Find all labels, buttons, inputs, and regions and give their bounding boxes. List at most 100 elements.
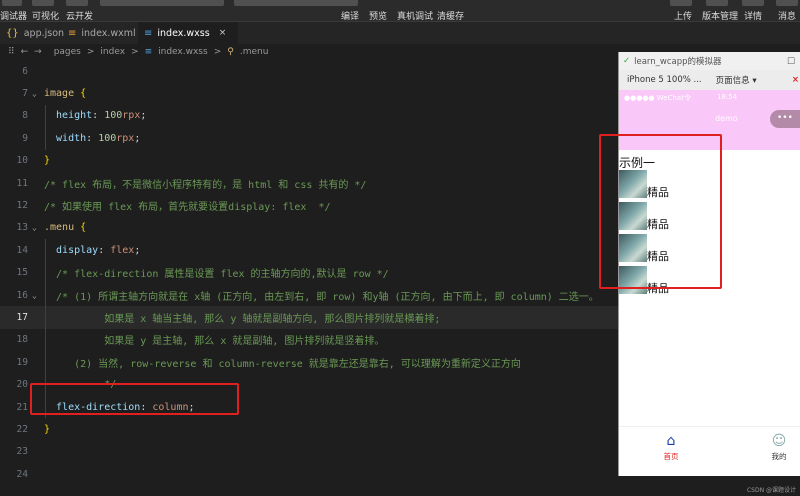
tab-index-wxss[interactable]: ≡ index.wxss ×: [138, 22, 238, 44]
code-line[interactable]: 10}: [0, 150, 618, 172]
breadcrumb-pages[interactable]: pages: [54, 47, 81, 57]
code-line[interactable]: 11 /* flex 布局，不是微信小程序特有的，是 html 和 css 共有的…: [0, 172, 618, 194]
line-number: 19: [16, 356, 28, 368]
code-line[interactable]: 17 如果是 x 轴当主轴, 那么 y 轴就是副轴方向, 那么图片排列就是横着排…: [0, 306, 618, 329]
debugger-button[interactable]: 调试器: [0, 9, 27, 22]
code-token: {: [80, 88, 87, 100]
home-icon: ⌂: [666, 433, 676, 449]
mode-select[interactable]: [100, 0, 224, 6]
breadcrumb-selector[interactable]: .menu: [240, 47, 269, 57]
menu-capsule[interactable]: •••: [770, 110, 800, 128]
code-line[interactable]: 8 height: 100rpx;: [0, 104, 618, 128]
phone-tabbar: ⌂ 首页 ☺ 我的: [619, 426, 800, 476]
messages-button[interactable]: 消息: [778, 9, 796, 22]
code-token: /* 如果使用 flex 布局，首先就要设置display: flex */: [44, 202, 331, 214]
line-number: 24: [16, 468, 28, 480]
compile-button[interactable]: 编译: [341, 9, 359, 22]
details-button-icon[interactable]: [742, 0, 764, 6]
visual-button[interactable]: 可视化: [32, 9, 59, 22]
code-line[interactable]: 19 (2) 当然, row-reverse 和 column-reverse …: [0, 351, 618, 374]
wxss-file-icon: ≡: [144, 27, 153, 39]
tab-mine[interactable]: ☺ 我的: [759, 433, 799, 462]
line-number: 9: [22, 132, 28, 144]
code-token: rpx: [116, 132, 135, 144]
cloud-dev-button[interactable]: 云开发: [66, 9, 93, 22]
code-token: .menu: [44, 222, 81, 234]
code-line[interactable]: 23: [0, 441, 618, 463]
close-icon[interactable]: ×: [792, 75, 799, 85]
code-line[interactable]: 7 ⌄ image {: [0, 82, 618, 104]
fold-chevron-icon[interactable]: ⌄: [32, 291, 37, 300]
code-token: (2) 当然, row-reverse 和 column-reverse 就是靠…: [44, 358, 521, 370]
preview-button[interactable]: 预览: [369, 9, 387, 22]
code-token: 如果是 x 轴当主轴, 那么 y 轴就是副轴方向, 那么图片排列就是横着排;: [44, 314, 441, 326]
upload-button-icon[interactable]: [670, 0, 692, 6]
maximize-icon[interactable]: □: [787, 56, 795, 66]
forward-arrow-icon[interactable]: →: [34, 47, 42, 57]
code-token: ;: [134, 132, 141, 144]
line-number: 7: [22, 88, 28, 100]
code-line[interactable]: 16 ⌄ /* (1) 所谓主轴方向就是在 x轴 (正方向, 由左到右, 即 ro…: [0, 284, 618, 307]
breadcrumb-sep: >: [213, 47, 222, 57]
code-text: height: 100rpx;: [44, 110, 146, 121]
simulator-title: learn_wcapp的模拟器: [634, 57, 722, 67]
breadcrumb-index[interactable]: index: [100, 47, 125, 57]
code-editor[interactable]: 6 7 ⌄ image {8 height: 100rpx; 9 width: 100r…: [0, 60, 618, 496]
selector-icon: ⚲: [227, 47, 234, 57]
code-text: .menu {: [44, 222, 86, 233]
code-line[interactable]: 13 ⌄ .menu {: [0, 217, 618, 239]
code-line[interactable]: 14 display: flex;: [0, 239, 618, 262]
fold-chevron-icon[interactable]: ⌄: [32, 223, 37, 232]
wxml-file-icon: ≡: [68, 27, 77, 39]
code-token: :: [86, 132, 99, 144]
tab-app-json[interactable]: {} app.json: [0, 22, 64, 44]
debugger-button-icon[interactable]: [2, 0, 22, 6]
code-token: image: [44, 88, 81, 100]
code-token: }: [44, 424, 51, 436]
details-button[interactable]: 详情: [744, 9, 762, 22]
line-number: 21: [16, 401, 28, 413]
compile-mode-select[interactable]: [234, 0, 358, 6]
breadcrumb-file[interactable]: index.wxss: [158, 47, 208, 57]
code-token: ;: [140, 110, 147, 122]
code-token: 100: [98, 132, 117, 144]
code-line[interactable]: 12 /* 如果使用 flex 布局，首先就要设置display: flex */: [0, 194, 618, 216]
tab-label: 我的: [771, 452, 787, 461]
device-select[interactable]: iPhone 5 100% ...: [627, 75, 702, 85]
code-token: /* (1) 所谓主轴方向就是在 x轴 (正方向, 由左到右, 即 row) 和…: [44, 291, 599, 303]
code-line[interactable]: 18 如果是 y 是主轴, 那么 x 就是副轴, 图片排列就是竖着排。: [0, 328, 618, 352]
nav-title: demo: [715, 114, 738, 123]
visual-button-icon[interactable]: [32, 0, 54, 6]
tab-home[interactable]: ⌂ 首页: [651, 433, 691, 462]
close-icon[interactable]: ×: [219, 28, 227, 38]
simulator-titlebar: ✓ learn_wcapp的模拟器 □: [619, 52, 800, 70]
code-line[interactable]: 15 /* flex-direction 属性是设置 flex 的主轴方向的,默…: [0, 261, 618, 284]
line-number: 13: [16, 222, 28, 234]
back-arrow-icon[interactable]: ←: [21, 47, 29, 57]
fold-chevron-icon[interactable]: ⌄: [32, 89, 37, 98]
code-token: rpx: [122, 110, 141, 122]
code-text: (2) 当然, row-reverse 和 column-reverse 就是靠…: [44, 355, 521, 370]
code-line[interactable]: 22}: [0, 418, 618, 440]
code-line[interactable]: 9 width: 100rpx;: [0, 127, 618, 150]
breadcrumb-sep: >: [131, 47, 139, 57]
version-manage-button[interactable]: 版本管理: [702, 9, 738, 22]
more-icon[interactable]: ⠿: [8, 47, 15, 57]
line-number: 16: [16, 289, 28, 301]
status-time: 18:54: [717, 93, 738, 101]
breadcrumb: ⠿ ← → pages > index > ≡ index.wxss > ⚲ .…: [0, 44, 618, 60]
version-button-icon[interactable]: [706, 0, 728, 6]
tab-index-wxml[interactable]: ≡ index.wxml: [62, 22, 136, 44]
code-text: /* (1) 所谓主轴方向就是在 x轴 (正方向, 由左到右, 即 row) 和…: [44, 288, 599, 303]
code-line[interactable]: 24: [0, 463, 618, 485]
messages-button-icon[interactable]: [776, 0, 798, 6]
code-text: image {: [44, 88, 86, 99]
real-debug-button[interactable]: 真机调试: [397, 9, 433, 22]
upload-button[interactable]: 上传: [674, 9, 692, 22]
code-token: flex: [110, 244, 135, 256]
code-line[interactable]: 6: [0, 60, 618, 82]
page-info-button[interactable]: 页面信息 ▾: [716, 74, 757, 86]
cloud-button-icon[interactable]: [66, 0, 88, 6]
code-token: :: [92, 110, 105, 122]
clear-cache-button[interactable]: 清缓存: [437, 9, 464, 22]
